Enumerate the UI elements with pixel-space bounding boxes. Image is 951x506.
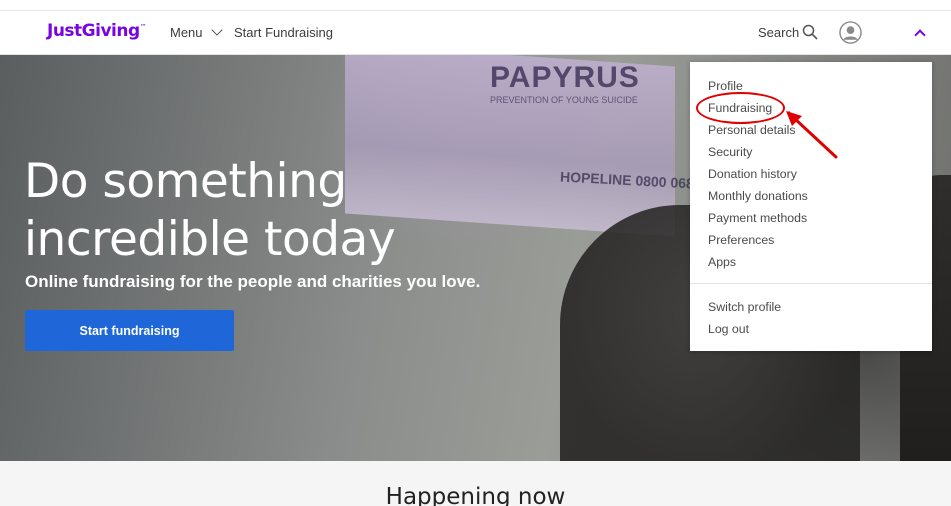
menu-item-security[interactable]: Security — [708, 145, 752, 159]
search-icon[interactable] — [802, 24, 818, 40]
menu-item-donation-history[interactable]: Donation history — [708, 167, 797, 181]
logo-text: JustGiving — [47, 21, 140, 41]
browser-top-strip — [0, 0, 951, 11]
justgiving-logo[interactable]: JustGiving™ — [47, 21, 147, 41]
avatar-icon[interactable] — [839, 21, 862, 44]
chevron-down-icon — [210, 24, 223, 36]
hero-subtitle: Online fundraising for the people and ch… — [25, 272, 481, 291]
menu-item-profile[interactable]: Profile — [708, 79, 743, 93]
logo-trademark: ™ — [139, 23, 147, 31]
menu-divider — [690, 283, 932, 284]
hero-title-line-2: incredible today — [24, 212, 396, 267]
happening-now-heading: Happening now — [385, 484, 566, 506]
menu-item-apps[interactable]: Apps — [708, 255, 736, 269]
hero-title: Do something incredible today — [24, 153, 396, 269]
menu-item-switch-profile[interactable]: Switch profile — [708, 300, 781, 314]
search-label[interactable]: Search — [758, 25, 799, 40]
menu-item-monthly-donations[interactable]: Monthly donations — [708, 189, 808, 203]
menu-item-payment-methods[interactable]: Payment methods — [708, 211, 807, 225]
menu-label: Menu — [170, 25, 203, 40]
annotation-arrow-icon — [786, 110, 838, 159]
hero-title-line-1: Do something — [24, 154, 347, 209]
chevron-up-icon[interactable] — [914, 29, 926, 41]
annotation-highlight-circle — [696, 92, 785, 124]
site-header: JustGiving™ Menu Start Fundraising Searc… — [0, 11, 951, 55]
banner-subtext: PREVENTION OF YOUNG SUICIDE — [490, 95, 638, 105]
menu-button[interactable]: Menu — [170, 24, 223, 40]
menu-item-preferences[interactable]: Preferences — [708, 233, 774, 247]
start-fundraising-link[interactable]: Start Fundraising — [234, 25, 333, 40]
menu-item-log-out[interactable]: Log out — [708, 322, 749, 336]
start-fundraising-button[interactable]: Start fundraising — [25, 310, 234, 351]
banner-text: PAPYRUS — [490, 61, 640, 94]
